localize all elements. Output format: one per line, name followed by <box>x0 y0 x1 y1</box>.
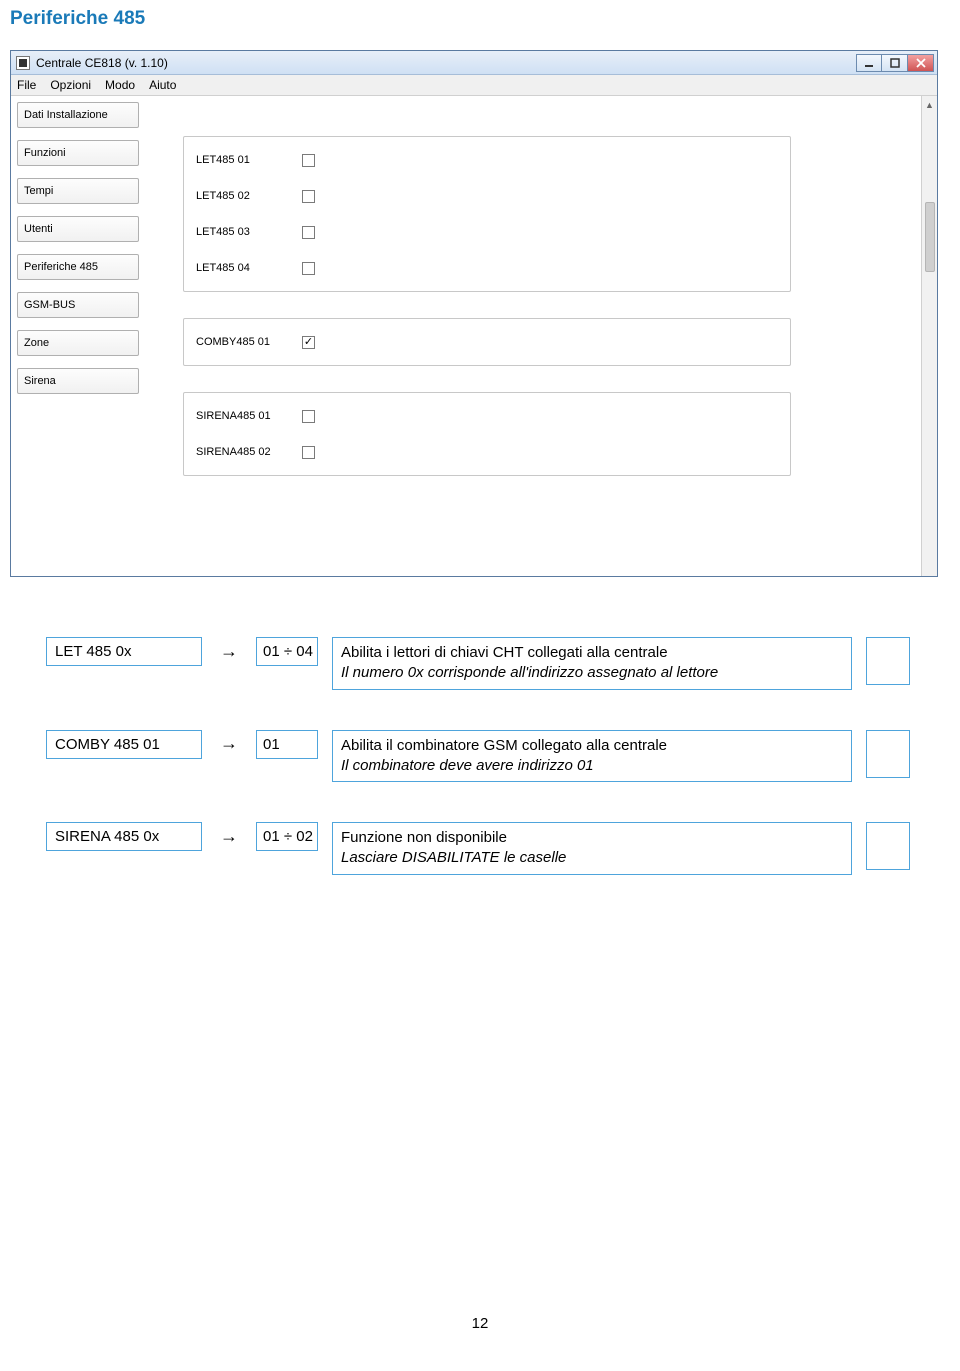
sidebar-item-sirena[interactable]: Sirena <box>17 368 139 394</box>
desc-tail-comby485 <box>866 730 910 778</box>
titlebar: Centrale CE818 (v. 1.10) <box>11 51 937 75</box>
minimize-button[interactable] <box>856 54 882 72</box>
let485-group: LET485 01 LET485 02 LET485 03 LET485 04 <box>183 136 791 292</box>
let485-04-label: LET485 04 <box>196 262 288 274</box>
sidebar-item-funzioni[interactable]: Funzioni <box>17 140 139 166</box>
let485-02-label: LET485 02 <box>196 190 288 202</box>
sidebar-item-zone[interactable]: Zone <box>17 330 139 356</box>
desc-range-let485: 01 ÷ 04 <box>256 637 318 666</box>
sirena485-group: SIRENA485 01 SIRENA485 02 <box>183 392 791 476</box>
scroll-thumb[interactable] <box>925 202 935 272</box>
sidebar-item-periferiche-485[interactable]: Periferiche 485 <box>17 254 139 280</box>
desc-tail-sirena485 <box>866 822 910 870</box>
arrow-right-icon: → <box>216 822 242 848</box>
window: Centrale CE818 (v. 1.10) File Opzioni Mo… <box>10 50 938 577</box>
close-button[interactable] <box>908 54 934 72</box>
desc-main-sirena485: Funzione non disponibile <box>341 828 843 848</box>
desc-main-comby485: Abilita il combinatore GSM collegato all… <box>341 736 843 756</box>
menu-opzioni[interactable]: Opzioni <box>50 78 91 92</box>
comby485-01-checkbox[interactable]: ✓ <box>302 336 315 349</box>
desc-row-sirena485: SIRENA 485 0x → 01 ÷ 02 Funzione non dis… <box>46 822 950 875</box>
desc-note-comby485: Il combinatore deve avere indirizzo 01 <box>341 756 843 776</box>
comby485-group: COMBY485 01 ✓ <box>183 318 791 366</box>
desc-text-sirena485: Funzione non disponibile Lasciare DISABI… <box>332 822 852 875</box>
let485-02-checkbox[interactable] <box>302 190 315 203</box>
desc-main-let485: Abilita i lettori di chiavi CHT collegat… <box>341 643 843 663</box>
let485-03-label: LET485 03 <box>196 226 288 238</box>
description-section: LET 485 0x → 01 ÷ 04 Abilita i lettori d… <box>46 637 950 875</box>
sidebar-item-gsm-bus[interactable]: GSM-BUS <box>17 292 139 318</box>
let485-01-label: LET485 01 <box>196 154 288 166</box>
desc-note-let485: Il numero 0x corrisponde all'indirizzo a… <box>341 663 843 683</box>
page-number: 12 <box>10 1315 950 1346</box>
sidebar: Dati Installazione Funzioni Tempi Utenti… <box>11 96 143 412</box>
desc-tail-let485 <box>866 637 910 685</box>
desc-name-sirena485: SIRENA 485 0x <box>46 822 202 851</box>
menubar: File Opzioni Modo Aiuto <box>11 75 937 96</box>
arrow-right-icon: → <box>216 730 242 756</box>
desc-row-let485: LET 485 0x → 01 ÷ 04 Abilita i lettori d… <box>46 637 950 690</box>
desc-range-comby485: 01 <box>256 730 318 759</box>
content-pane: LET485 01 LET485 02 LET485 03 LET485 04 <box>143 96 921 576</box>
sirena485-01-checkbox[interactable] <box>302 410 315 423</box>
let485-03-checkbox[interactable] <box>302 226 315 239</box>
desc-range-sirena485: 01 ÷ 02 <box>256 822 318 851</box>
desc-row-comby485: COMBY 485 01 → 01 Abilita il combinatore… <box>46 730 950 783</box>
sidebar-item-tempi[interactable]: Tempi <box>17 178 139 204</box>
desc-name-let485: LET 485 0x <box>46 637 202 666</box>
sirena485-01-label: SIRENA485 01 <box>196 410 288 422</box>
page-title: Periferiche 485 <box>10 0 950 50</box>
desc-text-comby485: Abilita il combinatore GSM collegato all… <box>332 730 852 783</box>
sirena485-02-label: SIRENA485 02 <box>196 446 288 458</box>
scroll-up-icon[interactable]: ▲ <box>923 98 937 112</box>
desc-note-sirena485: Lasciare DISABILITATE le caselle <box>341 848 843 868</box>
sirena485-02-checkbox[interactable] <box>302 446 315 459</box>
desc-text-let485: Abilita i lettori di chiavi CHT collegat… <box>332 637 852 690</box>
menu-file[interactable]: File <box>17 78 36 92</box>
app-icon <box>16 56 30 70</box>
menu-modo[interactable]: Modo <box>105 78 135 92</box>
comby485-01-label: COMBY485 01 <box>196 336 288 348</box>
window-title: Centrale CE818 (v. 1.10) <box>36 56 850 70</box>
sidebar-item-dati-installazione[interactable]: Dati Installazione <box>17 102 139 128</box>
maximize-button[interactable] <box>882 54 908 72</box>
vertical-scrollbar[interactable]: ▲ <box>921 96 937 576</box>
let485-01-checkbox[interactable] <box>302 154 315 167</box>
menu-aiuto[interactable]: Aiuto <box>149 78 176 92</box>
arrow-right-icon: → <box>216 637 242 663</box>
desc-name-comby485: COMBY 485 01 <box>46 730 202 759</box>
let485-04-checkbox[interactable] <box>302 262 315 275</box>
sidebar-item-utenti[interactable]: Utenti <box>17 216 139 242</box>
